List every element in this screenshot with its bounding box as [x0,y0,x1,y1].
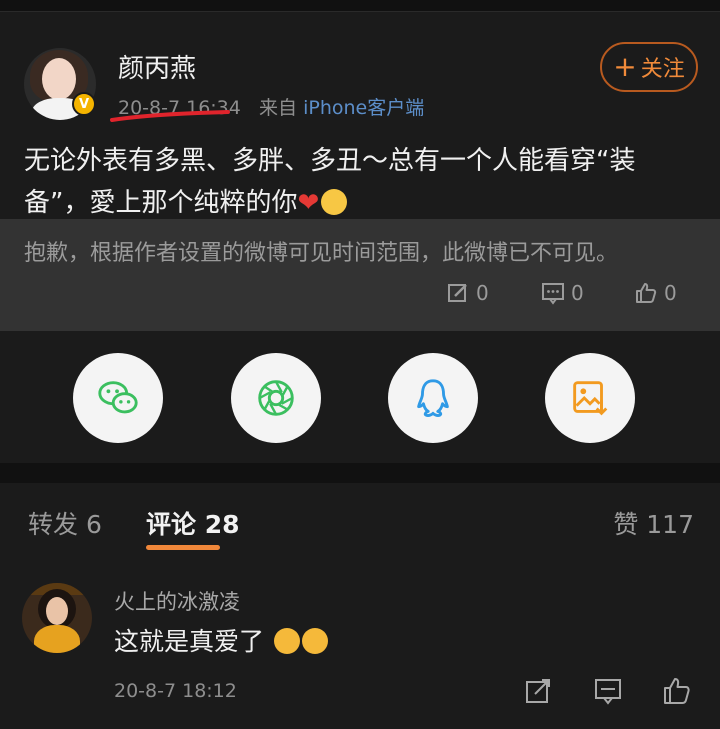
red-handwritten-underline [110,110,230,122]
commenter-avatar[interactable] [22,583,92,653]
top-edge [0,0,720,12]
retweet-repost-count: 0 [476,281,489,305]
comment-icon [542,283,564,305]
share-qq-button[interactable] [388,353,478,443]
retweet-comment-count: 0 [571,281,584,305]
comment-reply-button[interactable] [593,676,623,706]
pouting-face-emoji-icon [273,628,300,654]
section-divider [0,463,720,483]
share-wechat-button[interactable] [73,353,163,443]
hidden-message: 抱歉，根据作者设置的微博可见时间范围，此微博已不可见。 [24,241,619,266]
save-image-button[interactable] [545,353,635,443]
post-text: 无论外表有多黑、多胖、多丑～总有一个人能看穿“装备”，愛上那个纯粹的你❤ [24,140,700,224]
comment-text: 这就是真爱了 [114,622,328,658]
qq-icon [417,379,449,417]
thumbs-up-icon [664,678,690,704]
tab-comments[interactable]: 评论 28 [146,505,240,541]
comment-repost-button[interactable] [523,676,553,706]
moments-icon [258,380,294,416]
save-image-icon [573,381,608,416]
comment-time: 20-8-7 18:12 [114,680,237,702]
tab-reposts[interactable]: 转发 6 [28,505,102,541]
thumbs-up-icon [636,283,657,303]
share-moments-button[interactable] [231,353,321,443]
author-name[interactable]: 颜丙燕 [118,48,196,85]
plus-icon: + [613,50,637,83]
source-prefix: 来自 [259,97,298,119]
retweet-like-action[interactable]: 0 [634,281,677,305]
comment-icon [595,679,621,705]
verified-badge-icon: V [72,92,96,116]
follow-label: 关注 [640,57,685,82]
repost-icon [526,679,550,703]
surprised-face-emoji-icon [321,189,348,215]
retweet-repost-action[interactable]: 0 [446,281,489,305]
retweet-like-count: 0 [664,281,677,305]
comment-like-button[interactable] [662,676,692,706]
retweet-hidden-box[interactable]: 抱歉，根据作者设置的微博可见时间范围，此微博已不可见。 0 0 0 [0,219,720,331]
pouting-face-emoji-icon [301,628,328,654]
post-source[interactable]: iPhone客户端 [303,97,424,119]
share-row [0,331,720,463]
comment-body: 这就是真爱了 [114,627,265,656]
follow-button[interactable]: + 关注 [600,42,698,92]
tab-likes[interactable]: 赞 117 [613,505,694,541]
heart-emoji: ❤ [297,188,320,218]
repost-icon [448,284,467,302]
active-tab-indicator [146,545,220,550]
wechat-icon [98,381,138,414]
retweet-comment-action[interactable]: 0 [541,281,584,305]
retweet-actions: 0 0 0 [0,281,720,311]
commenter-name[interactable]: 火上的冰激凌 [114,586,240,616]
